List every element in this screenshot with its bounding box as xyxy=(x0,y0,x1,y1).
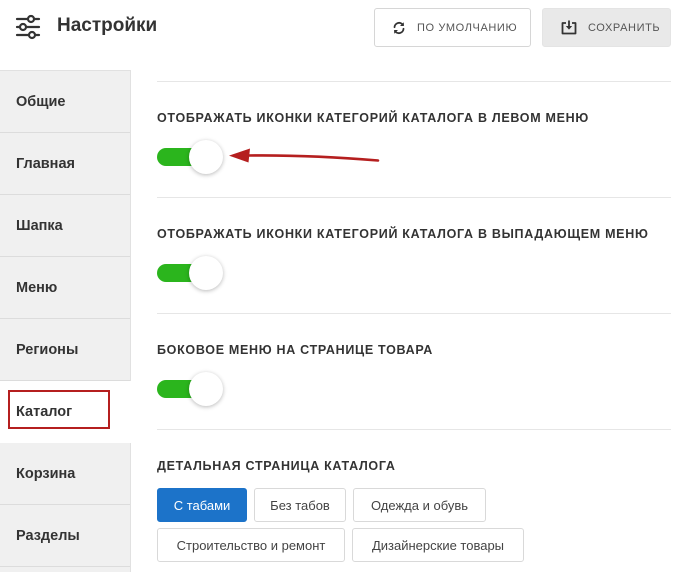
sidebar-item-catalog[interactable]: Каталог xyxy=(0,381,131,443)
option-clothes-shoes[interactable]: Одежда и обувь xyxy=(353,488,486,522)
detail-page-title: ДЕТАЛЬНАЯ СТРАНИЦА КАТАЛОГА xyxy=(157,459,396,473)
divider xyxy=(157,313,671,314)
sidebar-item-header[interactable]: Шапка xyxy=(0,195,130,257)
page-title: Настройки xyxy=(57,15,158,36)
sliders-icon xyxy=(15,14,41,40)
toggle-dropdown-menu-icons[interactable] xyxy=(157,256,223,290)
option-designer-goods[interactable]: Дизайнерские товары xyxy=(352,528,524,562)
divider xyxy=(157,429,671,430)
sidebar-item-home[interactable]: Главная xyxy=(0,133,130,195)
sidebar-item-general[interactable]: Общие xyxy=(0,71,130,133)
sidebar-item-label: Каталог xyxy=(16,403,73,420)
settings-content: ОТОБРАЖАТЬ ИКОНКИ КАТЕГОРИЙ КАТАЛОГА В Л… xyxy=(131,70,677,572)
header-bar: Настройки ПО УМОЛЧАНИЮ СОХРАНИТЬ xyxy=(0,0,677,70)
toggle-left-menu-icons[interactable] xyxy=(157,140,223,174)
sidebar-item-label: Меню xyxy=(16,279,58,296)
toggle-product-side-menu[interactable] xyxy=(157,372,223,406)
toggle-knob xyxy=(189,372,223,406)
sidebar-item-cart[interactable]: Корзина xyxy=(0,443,130,505)
setting-title: БОКОВОЕ МЕНЮ НА СТРАНИЦЕ ТОВАРА xyxy=(157,343,433,357)
settings-sidebar: Общие Главная Шапка Меню Регионы Каталог… xyxy=(0,70,131,572)
divider xyxy=(157,81,671,82)
sidebar-item-label: Разделы xyxy=(16,527,80,544)
reset-defaults-button[interactable]: ПО УМОЛЧАНИЮ xyxy=(374,8,531,47)
toggle-knob xyxy=(189,140,223,174)
sidebar-item-label: Регионы xyxy=(16,341,79,358)
save-label: СОХРАНИТЬ xyxy=(588,21,661,34)
option-with-tabs[interactable]: С табами xyxy=(157,488,247,522)
sidebar-item-label: Общие xyxy=(16,93,66,110)
setting-title: ОТОБРАЖАТЬ ИКОНКИ КАТЕГОРИЙ КАТАЛОГА В В… xyxy=(157,227,649,241)
annotation-arrow xyxy=(229,148,380,163)
reset-defaults-label: ПО УМОЛЧАНИЮ xyxy=(417,21,518,34)
divider xyxy=(157,197,671,198)
refresh-icon xyxy=(393,21,405,34)
sidebar-item-regions[interactable]: Регионы xyxy=(0,319,130,381)
save-button[interactable]: СОХРАНИТЬ xyxy=(542,8,671,47)
sidebar-item-label: Корзина xyxy=(16,465,76,482)
save-icon xyxy=(561,20,577,35)
option-construction-repair[interactable]: Строительство и ремонт xyxy=(157,528,345,562)
sidebar-item-label: Шапка xyxy=(16,217,63,234)
toggle-knob xyxy=(189,256,223,290)
sidebar-item-label: Главная xyxy=(16,155,75,172)
sidebar-item-sections[interactable]: Разделы xyxy=(0,505,130,567)
setting-title: ОТОБРАЖАТЬ ИКОНКИ КАТЕГОРИЙ КАТАЛОГА В Л… xyxy=(157,111,589,125)
option-without-tabs[interactable]: Без табов xyxy=(254,488,346,522)
sidebar-item-menu[interactable]: Меню xyxy=(0,257,130,319)
